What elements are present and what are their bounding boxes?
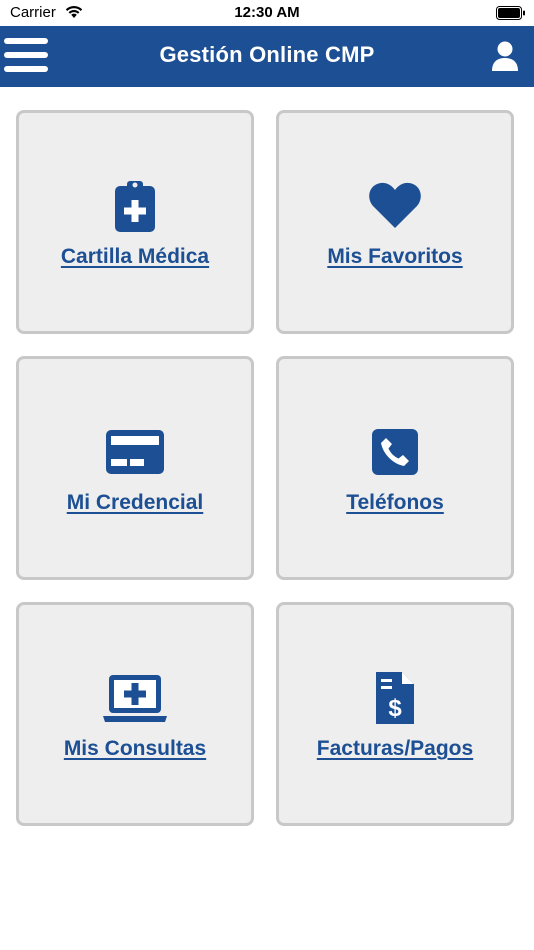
user-icon[interactable] — [490, 40, 520, 72]
tile-label: Mis Consultas — [63, 737, 207, 760]
invoice-dollar-icon: $ — [279, 671, 511, 725]
credit-card-icon — [19, 425, 251, 479]
tile-label: Mis Favoritos — [327, 245, 463, 268]
status-bar: Carrier 12:30 AM — [0, 0, 534, 26]
tile-mis-favoritos[interactable]: Mis Favoritos — [276, 110, 514, 334]
tile-mis-consultas[interactable]: Mis Consultas — [16, 602, 254, 826]
laptop-medical-icon — [19, 671, 251, 725]
tile-label: Facturas/Pagos — [316, 737, 474, 760]
header-bar: Gestión Online CMP — [0, 26, 534, 87]
heart-icon — [279, 179, 511, 233]
phone-square-icon — [279, 425, 511, 479]
tile-cartilla-medica[interactable]: Cartilla Médica — [16, 110, 254, 334]
svg-text:$: $ — [388, 695, 402, 722]
tile-facturas-pagos[interactable]: $ Facturas/Pagos — [276, 602, 514, 826]
tile-mi-credencial[interactable]: Mi Credencial — [16, 356, 254, 580]
page-title: Gestión Online CMP — [159, 42, 375, 67]
tile-label: Mi Credencial — [66, 491, 204, 514]
status-time: 12:30 AM — [234, 4, 300, 21]
tile-telefonos[interactable]: Teléfonos — [276, 356, 514, 580]
battery-icon — [496, 6, 526, 24]
tile-label: Cartilla Médica — [60, 245, 210, 268]
clipboard-medical-icon — [19, 179, 251, 233]
tile-label: Teléfonos — [346, 491, 444, 514]
